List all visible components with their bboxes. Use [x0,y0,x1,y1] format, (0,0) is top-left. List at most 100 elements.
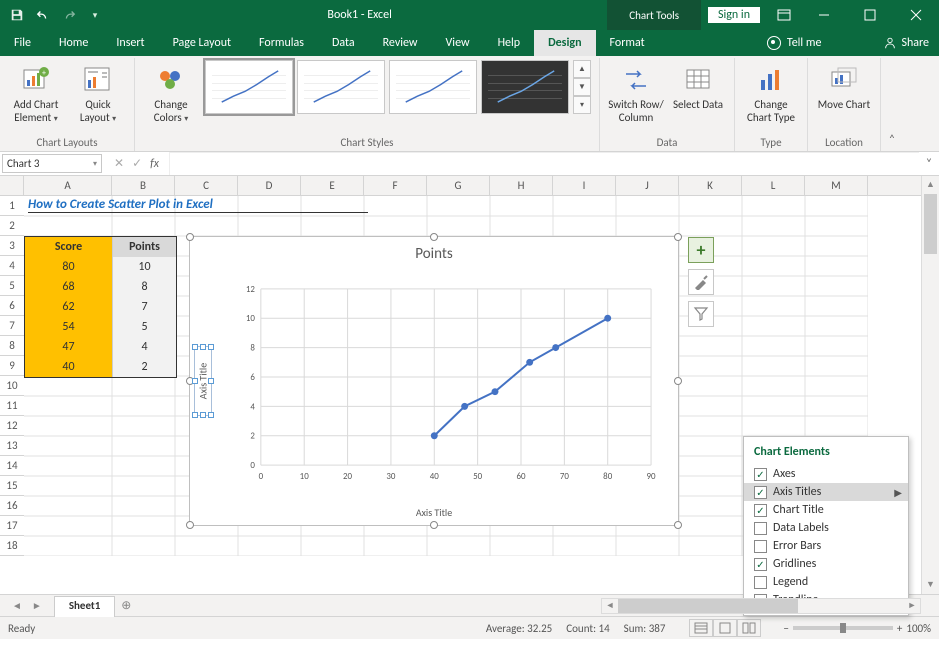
col-header[interactable]: I [553,176,616,195]
enter-formula-icon[interactable]: ✓ [132,156,142,171]
chart-style-4[interactable] [481,60,569,114]
gallery-scroll-down[interactable]: ▼ [573,78,591,96]
row-header[interactable]: 18 [0,536,24,556]
row-header[interactable]: 2 [0,216,24,236]
tab-format[interactable]: Format [596,30,659,56]
row-header[interactable]: 10 [0,376,24,396]
zoom-slider[interactable] [793,626,893,630]
gallery-scroll-up[interactable]: ▲ [573,60,591,78]
row-header[interactable]: 5 [0,276,24,296]
undo-icon[interactable] [32,4,54,26]
col-header[interactable]: J [616,176,679,195]
quick-layout-button[interactable]: Quick Layout ▾ [70,60,126,125]
row-header[interactable]: 7 [0,316,24,336]
row-header[interactable]: 3 [0,236,24,256]
gallery-more[interactable]: ▾ [573,96,591,114]
ribbon-display-options-icon[interactable] [767,9,801,21]
col-header[interactable]: K [679,176,742,195]
tab-design[interactable]: Design [534,30,595,56]
row-header[interactable]: 15 [0,476,24,496]
resize-handle[interactable] [186,521,194,529]
select-all-corner[interactable] [0,176,24,196]
change-chart-type-button[interactable]: Change Chart Type [743,60,799,124]
resize-handle[interactable] [430,233,438,241]
tab-insert[interactable]: Insert [102,30,158,56]
close-button[interactable] [893,0,939,30]
maximize-button[interactable] [847,0,893,30]
normal-view-icon[interactable] [689,619,713,637]
chart-style-3[interactable] [389,60,477,114]
col-header[interactable]: H [490,176,553,195]
row-header[interactable]: 16 [0,496,24,516]
row-header[interactable]: 4 [0,256,24,276]
row-header[interactable]: 8 [0,336,24,356]
resize-handle[interactable] [674,521,682,529]
sheet-nav-prev[interactable]: ◄ [12,599,22,612]
flyout-item-error-bars[interactable]: Error Bars [744,537,908,555]
chart-styles-button[interactable] [688,269,714,295]
share-button[interactable]: Share [883,36,929,50]
row-header[interactable]: 1 [0,196,24,216]
data-table[interactable]: ScorePoints8010688627545474402 [24,236,177,378]
chart-elements-button[interactable]: + [688,237,714,263]
change-colors-button[interactable]: Change Colors ▾ [143,60,199,125]
horizontal-scrollbar[interactable]: ◄► [601,598,921,614]
page-layout-view-icon[interactable] [713,619,737,637]
resize-handle[interactable] [674,233,682,241]
signin-button[interactable]: Sign in [707,6,761,24]
switch-row-column-button[interactable]: Switch Row/ Column [608,60,664,124]
resize-handle[interactable] [430,521,438,529]
col-header[interactable]: F [364,176,427,195]
row-header[interactable]: 11 [0,396,24,416]
new-sheet-button[interactable]: ⊕ [115,595,137,616]
qat-customize-icon[interactable]: ▾ [84,4,106,26]
expand-formula-bar-icon[interactable]: ˅ [919,152,939,175]
row-header[interactable]: 13 [0,436,24,456]
sheet-nav-next[interactable]: ► [32,599,42,612]
sheet-tab[interactable]: Sheet1 [54,596,116,617]
select-data-button[interactable]: Select Data [670,60,726,124]
chart-title[interactable]: Points [190,237,678,267]
insert-function-icon[interactable]: fx [150,157,159,171]
col-header[interactable]: M [805,176,868,195]
redo-icon[interactable] [58,4,80,26]
tab-data[interactable]: Data [318,30,369,56]
collapse-ribbon-icon[interactable]: ˄ [881,58,903,151]
page-break-view-icon[interactable] [737,619,761,637]
resize-handle[interactable] [674,377,682,385]
title-cell[interactable]: How to Create Scatter Plot in Excel [28,197,348,212]
flyout-item-axis-titles[interactable]: ✓Axis Titles▶ [744,483,908,501]
tab-file[interactable]: File [0,30,45,56]
tab-page-layout[interactable]: Page Layout [159,30,245,56]
row-header[interactable]: 17 [0,516,24,536]
add-chart-element-button[interactable]: + Add Chart Element ▾ [8,60,64,125]
tab-view[interactable]: View [432,30,484,56]
resize-handle[interactable] [186,233,194,241]
row-header[interactable]: 14 [0,456,24,476]
name-box[interactable]: Chart 3▾ [2,154,102,173]
zoom-level[interactable]: 100% [906,622,931,635]
formula-bar[interactable] [169,152,919,175]
x-axis-title[interactable]: Axis Title [190,506,678,519]
flyout-item-legend[interactable]: Legend [744,573,908,591]
col-header[interactable]: C [175,176,238,195]
vertical-scrollbar[interactable]: ▲▼ [921,176,939,594]
col-header[interactable]: A [24,176,112,195]
y-axis-title[interactable]: Axis Title [194,346,212,416]
col-header[interactable]: L [742,176,805,195]
row-header[interactable]: 12 [0,416,24,436]
chart-filters-button[interactable] [688,301,714,327]
row-header[interactable]: 9 [0,356,24,376]
chart-object[interactable]: Points Axis Title 0246810120102030405060… [189,236,679,526]
col-header[interactable]: B [112,176,175,195]
chart-style-1[interactable] [205,60,293,114]
tab-formulas[interactable]: Formulas [245,30,318,56]
flyout-item-chart-title[interactable]: ✓Chart Title [744,501,908,519]
tab-home[interactable]: Home [45,30,102,56]
col-header[interactable]: G [427,176,490,195]
tellme-field[interactable]: Tell me [787,36,822,50]
flyout-item-gridlines[interactable]: ✓Gridlines [744,555,908,573]
minimize-button[interactable] [801,0,847,30]
tab-review[interactable]: Review [369,30,432,56]
row-header[interactable]: 6 [0,296,24,316]
